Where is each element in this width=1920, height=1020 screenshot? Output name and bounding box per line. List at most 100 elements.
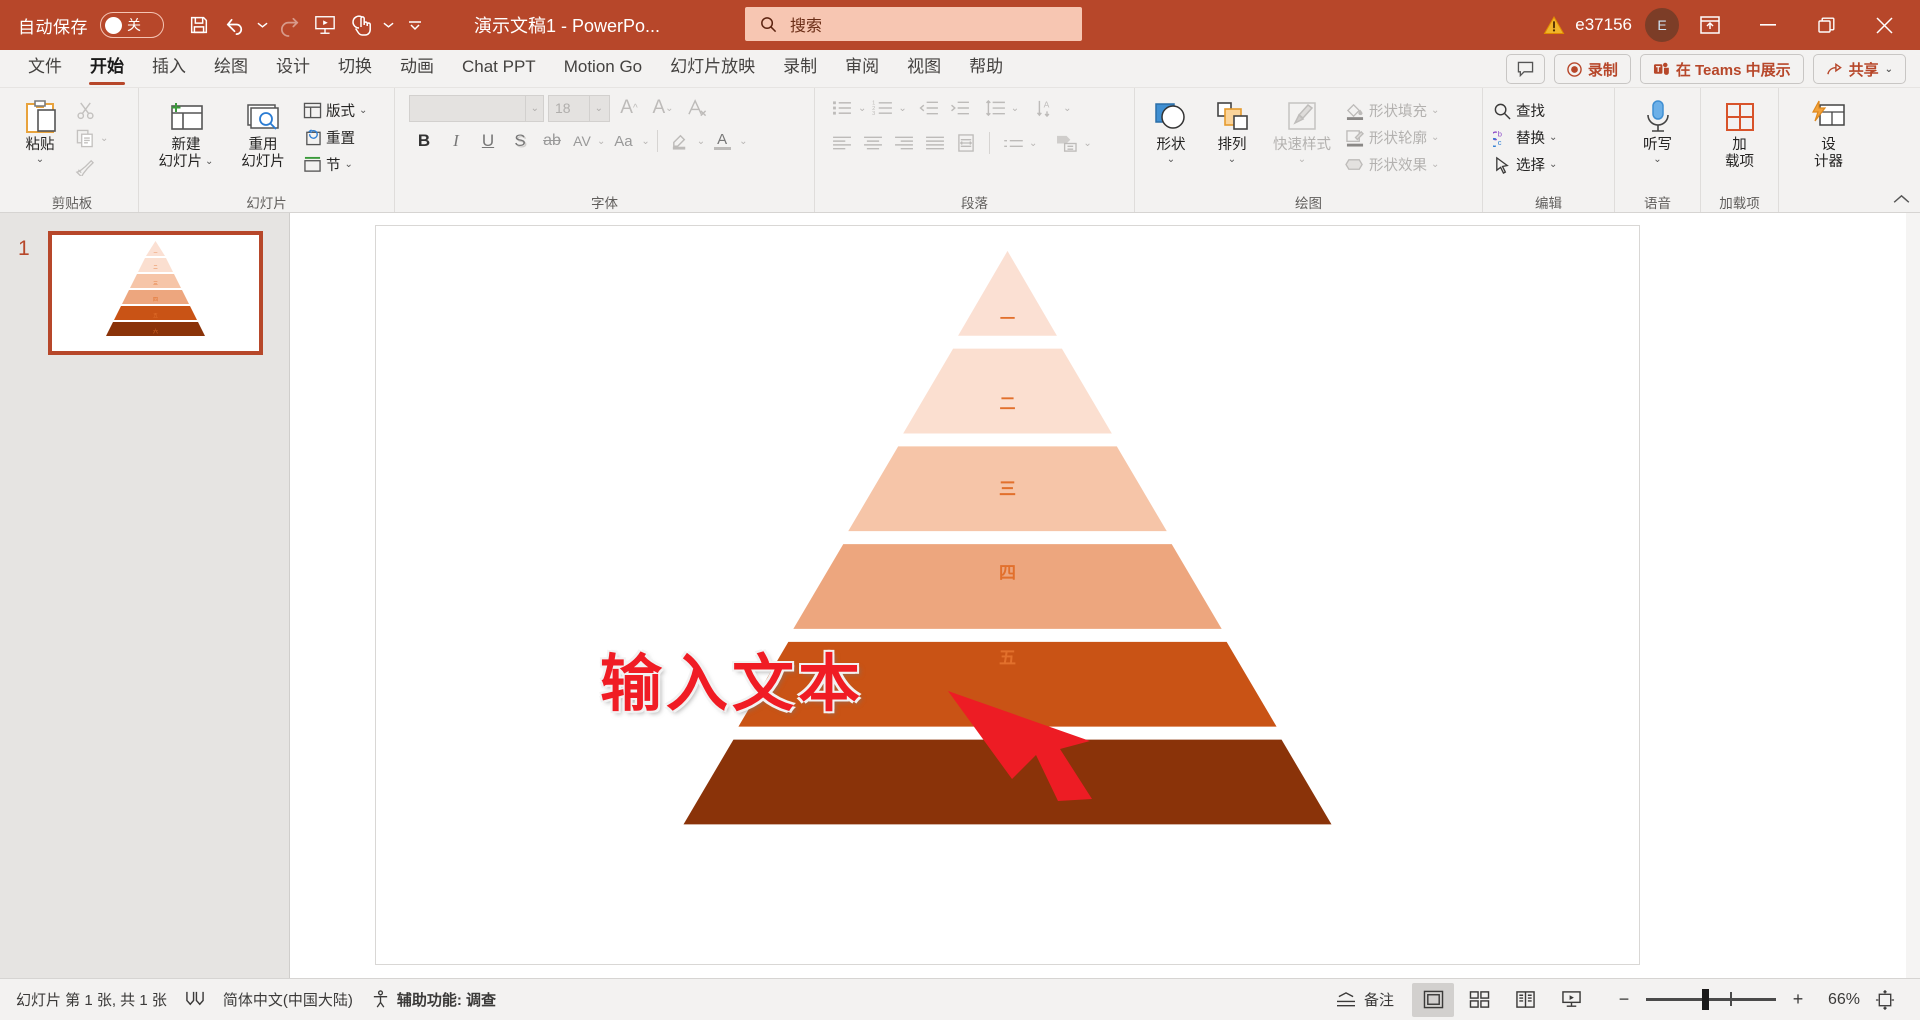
format-painter-icon[interactable] — [70, 152, 100, 180]
touch-mode-dropdown-icon[interactable] — [380, 8, 396, 42]
arrange-button[interactable]: 排列 ⌄ — [1201, 94, 1263, 165]
slide-sorter-icon[interactable] — [1458, 983, 1500, 1017]
reset-button[interactable]: 重置 — [299, 124, 371, 151]
zoom-slider[interactable] — [1646, 989, 1776, 1010]
tab-file[interactable]: 文件 — [14, 49, 76, 87]
shape-effects-dropdown-icon[interactable]: ⌄ — [1431, 159, 1439, 170]
slide-thumbnail-pane[interactable]: 1 一 二 三 四 五 六 — [0, 213, 290, 978]
tab-draw[interactable]: 绘图 — [200, 49, 262, 87]
new-slide-dropdown-icon[interactable]: ⌄ — [205, 156, 213, 168]
tab-design[interactable]: 设计 — [262, 49, 324, 87]
select-dropdown-icon[interactable]: ⌄ — [1549, 159, 1557, 170]
tab-chat-ppt[interactable]: Chat PPT — [448, 49, 550, 87]
font-name-input[interactable]: ⌄ — [409, 94, 544, 122]
comments-button[interactable] — [1505, 54, 1545, 84]
fit-to-window-icon[interactable] — [1864, 983, 1906, 1017]
ribbon-display-options-icon[interactable] — [1682, 0, 1738, 50]
cut-icon[interactable] — [70, 96, 100, 124]
convert-to-smartart-icon[interactable] — [1052, 129, 1082, 157]
text-shadow-button[interactable]: S — [505, 127, 535, 155]
autosave-toggle[interactable]: 关 — [100, 12, 164, 38]
zoom-out-button[interactable]: − — [1614, 989, 1634, 1010]
tab-view[interactable]: 视图 — [893, 49, 955, 87]
clear-formatting-icon[interactable] — [682, 94, 712, 122]
copy-dropdown-icon[interactable]: ⌄ — [100, 133, 108, 144]
zoom-handle[interactable] — [1702, 989, 1709, 1010]
decrease-indent-icon[interactable] — [914, 94, 944, 122]
quick-styles-button[interactable]: 快速样式 ⌄ — [1263, 94, 1341, 165]
text-direction-icon[interactable]: A — [1032, 94, 1062, 122]
tab-slideshow[interactable]: 幻灯片放映 — [656, 49, 769, 87]
language-label[interactable]: 简体中文(中国大陆) — [223, 989, 353, 1010]
collapse-ribbon-icon[interactable] — [1893, 192, 1910, 208]
search-box[interactable]: 搜索 — [745, 7, 1082, 41]
columns-dropdown-icon[interactable]: ⌄ — [1029, 138, 1037, 149]
vertical-scrollbar[interactable] — [1906, 213, 1920, 978]
layout-button[interactable]: 版式 ⌄ — [299, 97, 371, 124]
tab-transitions[interactable]: 切换 — [324, 49, 386, 87]
present-in-teams-button[interactable]: 在 Teams 中展示 — [1639, 54, 1804, 84]
arrange-dropdown-icon[interactable]: ⌄ — [1228, 154, 1236, 166]
tab-review[interactable]: 审阅 — [831, 49, 893, 87]
undo-dropdown-icon[interactable] — [254, 8, 270, 42]
distributed-align-icon[interactable] — [951, 129, 981, 157]
spellcheck-icon[interactable] — [185, 990, 205, 1009]
addins-button[interactable]: 加 载项 — [1712, 94, 1768, 170]
slide-editing-stage[interactable]: 一 二 三 四 五 六 输入文本 — [290, 213, 1920, 978]
shape-effects-button[interactable]: 形状效果 ⌄ — [1341, 151, 1443, 178]
reading-view-icon[interactable] — [1504, 983, 1546, 1017]
change-case-dropdown-icon[interactable]: ⌄ — [641, 136, 649, 147]
record-button[interactable]: 录制 — [1553, 54, 1631, 84]
customize-qat-icon[interactable] — [398, 8, 432, 42]
increase-indent-icon[interactable] — [945, 94, 975, 122]
paste-button[interactable]: 粘贴 ⌄ — [12, 94, 68, 165]
redo-icon[interactable] — [272, 8, 306, 42]
character-spacing-button[interactable]: AV — [569, 127, 595, 155]
underline-button[interactable]: U — [473, 127, 503, 155]
normal-view-icon[interactable] — [1412, 982, 1454, 1017]
dictate-dropdown-icon[interactable]: ⌄ — [1653, 154, 1661, 166]
tab-animations[interactable]: 动画 — [386, 49, 448, 87]
save-icon[interactable] — [182, 8, 216, 42]
strikethrough-button[interactable]: ab — [537, 127, 567, 155]
bullet-list-icon[interactable] — [827, 94, 857, 122]
tab-record[interactable]: 录制 — [769, 49, 831, 87]
share-button[interactable]: 共享 ⌄ — [1812, 54, 1906, 84]
slide-canvas[interactable]: 一 二 三 四 五 六 — [375, 225, 1640, 965]
restore-button[interactable] — [1798, 0, 1854, 50]
bullets-dropdown-icon[interactable]: ⌄ — [858, 103, 866, 114]
new-slide-button[interactable]: 新建 幻灯片 ⌄ — [145, 94, 227, 170]
bold-button[interactable]: B — [409, 127, 439, 155]
close-button[interactable] — [1856, 0, 1912, 50]
shapes-dropdown-icon[interactable]: ⌄ — [1167, 154, 1175, 166]
reuse-slides-button[interactable]: 重用 幻灯片 — [227, 94, 299, 170]
text-direction-dropdown-icon[interactable]: ⌄ — [1063, 103, 1071, 114]
find-button[interactable]: 查找 — [1489, 97, 1561, 124]
start-slideshow-icon[interactable] — [308, 8, 342, 42]
slide-thumbnail-1[interactable]: 一 二 三 四 五 六 — [48, 231, 263, 355]
numbered-list-icon[interactable]: 1 2 3 — [867, 94, 897, 122]
tab-motion-go[interactable]: Motion Go — [550, 49, 656, 87]
change-case-button[interactable]: Aa — [607, 127, 639, 155]
zoom-track[interactable] — [1646, 989, 1776, 1010]
zoom-in-button[interactable]: + — [1788, 989, 1808, 1010]
replace-dropdown-icon[interactable]: ⌄ — [1549, 132, 1557, 143]
shapes-button[interactable]: 形状 ⌄ — [1141, 94, 1201, 165]
justify-icon[interactable] — [920, 129, 950, 157]
paste-dropdown-icon[interactable]: ⌄ — [36, 154, 44, 166]
font-size-dropdown-icon[interactable]: ⌄ — [588, 95, 603, 121]
shape-outline-dropdown-icon[interactable]: ⌄ — [1431, 132, 1439, 143]
line-spacing-dropdown-icon[interactable]: ⌄ — [1011, 103, 1019, 114]
copy-icon[interactable] — [70, 124, 100, 152]
touch-mode-icon[interactable] — [344, 8, 378, 42]
text-highlight-icon[interactable] — [665, 127, 695, 155]
shape-outline-button[interactable]: 形状轮廓 ⌄ — [1341, 124, 1443, 151]
warning-icon[interactable] — [1539, 10, 1569, 40]
columns-icon[interactable] — [998, 129, 1028, 157]
font-color-icon[interactable]: A — [707, 127, 737, 155]
shape-fill-dropdown-icon[interactable]: ⌄ — [1431, 105, 1439, 116]
character-spacing-dropdown-icon[interactable]: ⌄ — [597, 136, 605, 147]
numbering-dropdown-icon[interactable]: ⌄ — [898, 103, 906, 114]
accessibility-item[interactable]: 辅助功能: 调查 — [371, 989, 496, 1010]
select-button[interactable]: 选择 ⌄ — [1489, 151, 1561, 178]
